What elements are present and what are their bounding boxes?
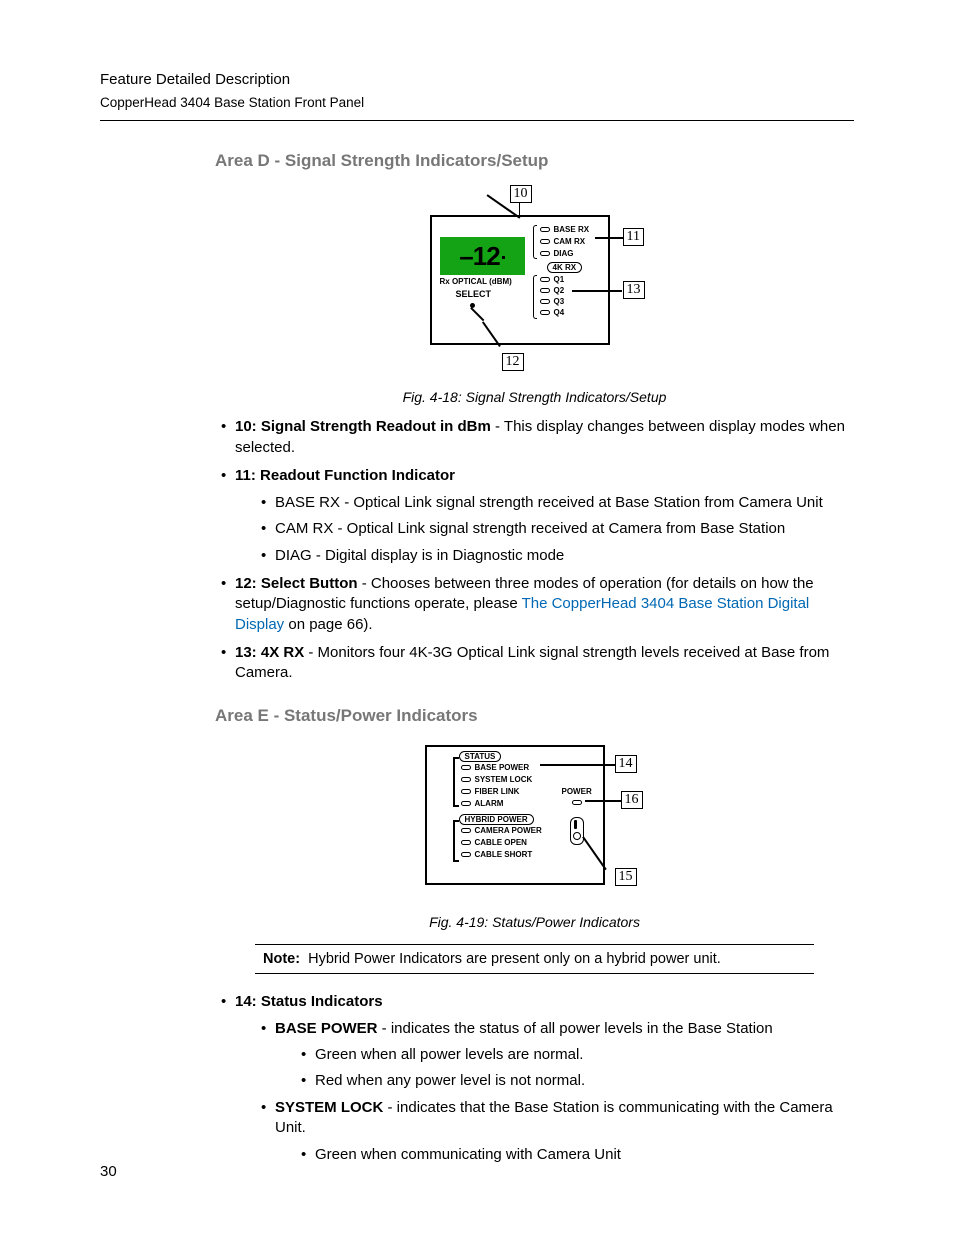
header-rule [100,120,854,121]
power-switch-off-icon [573,832,581,840]
leader-11 [595,237,623,239]
led-camera-power-label: CAMERA POWER [475,826,542,835]
bullet-11: 11: Readout Function Indicator BASE RX -… [215,466,854,567]
led-cable-open [461,840,471,845]
leader-16 [585,800,621,802]
pill-status: STATUS [459,751,502,762]
area-d-bullets: 10: Signal Strength Readout in dBm - Thi… [215,417,854,684]
led-q2 [540,288,550,293]
pill-4krx: 4K RX [547,262,583,273]
bullet-11-sub-0: BASE RX - Optical Link signal strength r… [257,493,854,514]
bullet-11-label: 11: Readout Function Indicator [235,467,455,484]
bullet-11-sub-1: CAM RX - Optical Link signal strength re… [257,519,854,540]
bracket-status-t [453,757,459,759]
figure-4-19-caption: Fig. 4-19: Status/Power Indicators [215,914,854,930]
rx-optical-label: Rx OPTICAL (dBM) [440,277,512,286]
area-e-bullets: 14: Status Indicators BASE POWER - indic… [215,992,854,1166]
running-header-title: Feature Detailed Description [100,70,854,90]
led-base-rx-label: BASE RX [554,225,590,234]
base-power-text: - indicates the status of all power leve… [378,1020,773,1037]
bullet-12-label: 12: Select Button [235,575,358,592]
led-cable-short [461,852,471,857]
note-label: Note: [263,951,300,967]
callout-15: 15 [615,868,637,886]
leader-13 [572,290,622,292]
bracket-hybrid-t [453,820,459,822]
callout-11: 11 [623,228,644,246]
base-power-sub-0: Green when all power levels are normal. [297,1045,854,1066]
signal-readout-display: –12 [440,237,525,275]
running-header-subtitle: CopperHead 3404 Base Station Front Panel [100,94,854,112]
led-alarm [461,801,471,806]
pill-hybrid-power: HYBRID POWER [459,814,534,825]
bracket-status-b [453,805,459,807]
led-fiber-link [461,789,471,794]
bullet-system-lock: SYSTEM LOCK - indicates that the Base St… [257,1098,854,1166]
led-cam-rx [540,239,550,244]
select-label: SELECT [456,289,492,299]
led-system-lock [461,777,471,782]
bullet-14: 14: Status Indicators BASE POWER - indic… [215,992,854,1166]
note-text: Hybrid Power Indicators are present only… [308,951,721,967]
bullet-10: 10: Signal Strength Readout in dBm - Thi… [215,417,854,458]
bullet-base-power: BASE POWER - indicates the status of all… [257,1019,854,1092]
area-e-heading: Area E - Status/Power Indicators [215,706,854,726]
power-switch-on-icon [574,820,577,829]
leader-14 [540,764,615,766]
figure-4-19: STATUS BASE POWER SYSTEM LOCK FIBER LINK… [215,740,854,930]
bullet-13-label: 13: 4X RX [235,644,304,661]
callout-14: 14 [615,755,637,773]
bullet-13: 13: 4X RX - Monitors four 4K-3G Optical … [215,643,854,684]
note-box: Note: Hybrid Power Indicators are presen… [255,944,814,974]
led-q2-label: Q2 [554,286,565,295]
callout-10: 10 [510,185,532,203]
callout-12: 12 [502,353,524,371]
led-cam-rx-label: CAM RX [554,237,586,246]
led-fiber-link-label: FIBER LINK [475,787,520,796]
bullet-10-label: 10: Signal Strength Readout in dBm [235,418,491,435]
power-led [572,800,582,805]
bracket-hybrid-b [453,860,459,862]
status-power-diagram: STATUS BASE POWER SYSTEM LOCK FIBER LINK… [415,740,655,900]
callout-16: 16 [621,791,643,809]
led-base-rx [540,227,550,232]
base-power-sub-1: Red when any power level is not normal. [297,1071,854,1092]
led-camera-power [461,828,471,833]
led-diag [540,251,550,256]
led-system-lock-label: SYSTEM LOCK [475,775,533,784]
panel-outline: –12 Rx OPTICAL (dBM) SELECT BASE RX CAM … [430,215,610,345]
led-cable-short-label: CABLE SHORT [475,850,533,859]
page-number: 30 [100,1163,117,1180]
bullet-12-text-b: on page 66). [284,616,372,633]
led-q4-label: Q4 [554,308,565,317]
bracket-hybrid-v [453,820,455,862]
bracket-13 [533,275,537,319]
bracket-status-v [453,757,455,807]
system-lock-sub-0: Green when communicating with Camera Uni… [297,1145,854,1166]
led-base-power [461,765,471,770]
led-base-power-label: BASE POWER [475,763,530,772]
figure-4-18: 10 –12 Rx OPTICAL (dBM) SELECT BASE RX C… [215,185,854,405]
led-cable-open-label: CABLE OPEN [475,838,527,847]
status-panel-outline: STATUS BASE POWER SYSTEM LOCK FIBER LINK… [425,745,605,885]
system-lock-label: SYSTEM LOCK [275,1099,383,1116]
led-q3-label: Q3 [554,297,565,306]
area-d-heading: Area D - Signal Strength Indicators/Setu… [215,151,854,171]
led-q1 [540,277,550,282]
led-diag-label: DIAG [554,249,574,258]
bullet-11-sub-2: DIAG - Digital display is in Diagnostic … [257,546,854,567]
bullet-14-label: 14: Status Indicators [235,993,383,1010]
led-q1-label: Q1 [554,275,565,284]
figure-4-18-caption: Fig. 4-18: Signal Strength Indicators/Se… [215,389,854,405]
callout-13: 13 [623,281,645,299]
led-q4 [540,310,550,315]
led-q3 [540,299,550,304]
power-label: POWER [562,787,592,796]
bracket-11 [533,225,537,259]
bullet-12: 12: Select Button - Chooses between thre… [215,574,854,636]
led-alarm-label: ALARM [475,799,504,808]
base-power-label: BASE POWER [275,1020,378,1037]
bullet-13-text: - Monitors four 4K-3G Optical Link signa… [235,644,829,682]
signal-strength-diagram: 10 –12 Rx OPTICAL (dBM) SELECT BASE RX C… [420,185,650,375]
